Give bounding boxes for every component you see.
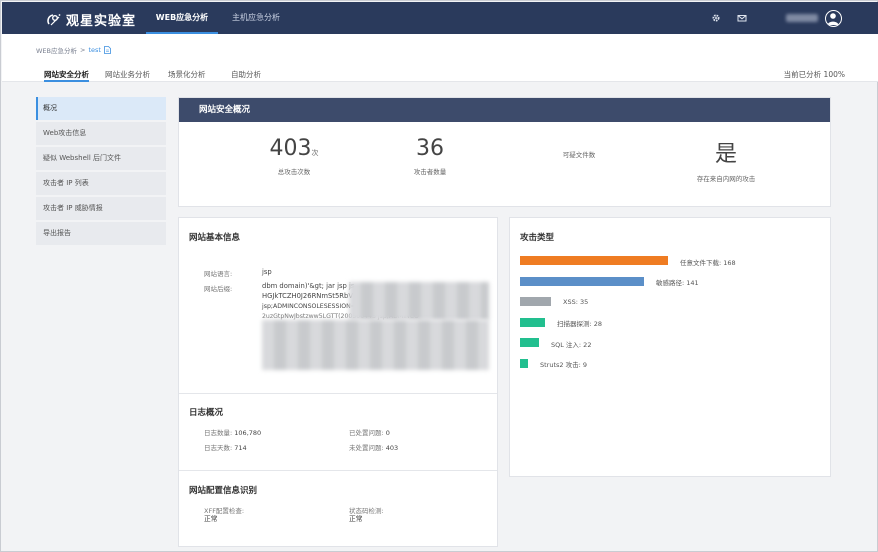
breadcrumb: WEB应急分析 > test [36, 45, 111, 55]
tab-self-service[interactable]: 自助分析 [231, 69, 261, 82]
stat-suspicious-files-label: 可疑文件数 [562, 151, 596, 159]
tab-host-analysis[interactable]: 主机应急分析 [232, 2, 280, 34]
sidebar-item-attacker-ips[interactable]: 攻击者 IP 列表 [36, 172, 166, 195]
telescope-logo-icon [47, 13, 61, 25]
tab-scenario[interactable]: 场景化分析 [168, 69, 206, 82]
language-value: jsp [262, 268, 272, 276]
stat-total-attacks-label: 总攻击次数 [277, 168, 311, 176]
divider [179, 393, 497, 394]
breadcrumb-root[interactable]: WEB应急分析 [36, 45, 77, 55]
stat-suspicious-files: 可疑文件数 [534, 144, 624, 159]
progress-label: 当前已分析 [783, 70, 822, 79]
language-label: 网站语言: [204, 270, 233, 278]
attack-bar-label: 敏感路径: 141 [656, 279, 699, 287]
stat-internal-attack-label: 存在来自内网的攻击 [696, 175, 756, 183]
attack-types-title: 攻击类型 [520, 233, 555, 243]
sidebar-item-webshell[interactable]: 疑似 Webshell 后门文件 [36, 147, 166, 170]
attack-bar-label: Struts2 攻击: 9 [540, 361, 587, 369]
stat-internal-attack: 是 存在来自内网的攻击 [676, 136, 776, 183]
config-title: 网站配置信息识别 [189, 486, 258, 496]
log-count: 日志数量: 106,780 [204, 427, 261, 437]
sidebar-item-overview[interactable]: 概况 [36, 97, 166, 120]
log-days: 日志天数: 714 [204, 442, 247, 452]
app-window: 观星实验室 WEB应急分析 主机应急分析 WEB应急分析 > test 网站安全… [0, 0, 878, 552]
xff-check-value: 正常 [204, 515, 218, 523]
user-icon [827, 13, 839, 25]
unhandled-issues-label: 未处置问题: [349, 444, 384, 452]
tab-site-security[interactable]: 网站安全分析 [44, 69, 89, 82]
sidebar-item-threat-intel[interactable]: 攻击者 IP 威胁情报 [36, 197, 166, 220]
stat-total-attacks-unit: 次 [311, 149, 319, 157]
xff-check-label: XFF配置检查: [204, 507, 245, 515]
security-overview-panel: 网站安全概况 403次 总攻击次数 36 攻击者数量 可疑文件数 是 存在来自内… [178, 97, 831, 207]
site-basic-info-panel: 网站基本信息 网站语言: jsp 网站后缀: dbm domain)'&gt; … [178, 217, 498, 547]
attack-bar[interactable] [520, 297, 551, 306]
divider [179, 470, 497, 471]
attack-bar-label: SQL 注入: 22 [551, 340, 592, 349]
suffix-label: 网站后缀: [204, 285, 233, 293]
redacted-suffix-block-2 [262, 320, 489, 370]
username-redacted[interactable] [786, 14, 818, 22]
sidebar-item-web-attacks[interactable]: Web攻击信息 [36, 122, 166, 145]
attack-bar[interactable] [520, 358, 528, 368]
status-code-label: 状态码检测: [349, 507, 384, 515]
log-count-value: 106,780 [234, 429, 262, 437]
sidebar-item-export-report[interactable]: 导出报告 [36, 222, 166, 245]
page-header: WEB应急分析 > test 网站安全分析 网站业务分析 场景化分析 自助分析 … [2, 34, 878, 82]
breadcrumb-separator: > [80, 46, 86, 54]
stat-attacker-count-value: 36 [416, 136, 444, 161]
basic-info-title: 网站基本信息 [189, 233, 241, 243]
gear-icon[interactable] [711, 13, 721, 23]
log-days-value: 714 [234, 444, 247, 452]
status-code-value: 正常 [349, 515, 363, 523]
tab-site-business[interactable]: 网站业务分析 [105, 69, 150, 82]
stat-attacker-count-label: 攻击者数量 [413, 168, 447, 176]
handled-issues-label: 已处置问题: [349, 429, 384, 437]
suffix-line-1: dbm domain)'&gt; jar jsp js [262, 282, 355, 290]
user-avatar[interactable] [825, 10, 842, 27]
handled-issues: 已处置问题: 0 [349, 427, 390, 437]
breadcrumb-current[interactable]: test [88, 46, 100, 54]
unhandled-issues-value: 403 [385, 444, 399, 452]
log-days-label: 日志天数: [204, 444, 233, 452]
attack-bar[interactable] [520, 276, 644, 286]
unhandled-issues: 未处置问题: 403 [349, 442, 398, 452]
attack-bar[interactable] [520, 338, 539, 347]
attack-bar[interactable] [520, 256, 668, 265]
brand-logo[interactable]: 观星实验室 [46, 10, 136, 29]
stat-total-attacks: 403次 总攻击次数 [249, 136, 339, 176]
attack-bar-label: 扫描器探测: 28 [557, 320, 603, 328]
top-navbar: 观星实验室 WEB应急分析 主机应急分析 [2, 2, 878, 34]
suffix-line-2: HGJkTCZH0J26RNmSt5RbV [262, 292, 353, 300]
tab-web-analysis[interactable]: WEB应急分析 [146, 2, 218, 34]
attack-bar[interactable] [520, 317, 545, 327]
progress-value: 100% [823, 70, 845, 79]
sidebar: 概况 Web攻击信息 疑似 Webshell 后门文件 攻击者 IP 列表 攻击… [36, 97, 166, 247]
document-icon[interactable] [104, 46, 111, 54]
brand-name: 观星实验室 [66, 14, 137, 29]
stat-attacker-count: 36 攻击者数量 [385, 136, 475, 176]
log-overview-title: 日志概况 [189, 408, 224, 418]
attack-types-panel: 攻击类型 任意文件下载: 168 敏感路径: 141 XSS: 35 扫描器探测: 2… [509, 217, 831, 477]
mail-icon[interactable] [737, 13, 747, 23]
stat-internal-attack-value: 是 [714, 142, 737, 167]
attack-bar-label: 任意文件下载: 168 [680, 258, 736, 267]
overview-title: 网站安全概况 [179, 98, 830, 122]
log-count-label: 日志数量: [204, 429, 233, 437]
analysis-progress: 当前已分析 100% [784, 69, 845, 80]
handled-issues-value: 0 [385, 429, 390, 437]
attack-bar-label: XSS: 35 [563, 297, 589, 306]
redacted-suffix-block [349, 282, 489, 320]
stat-total-attacks-value: 403 [269, 136, 312, 161]
